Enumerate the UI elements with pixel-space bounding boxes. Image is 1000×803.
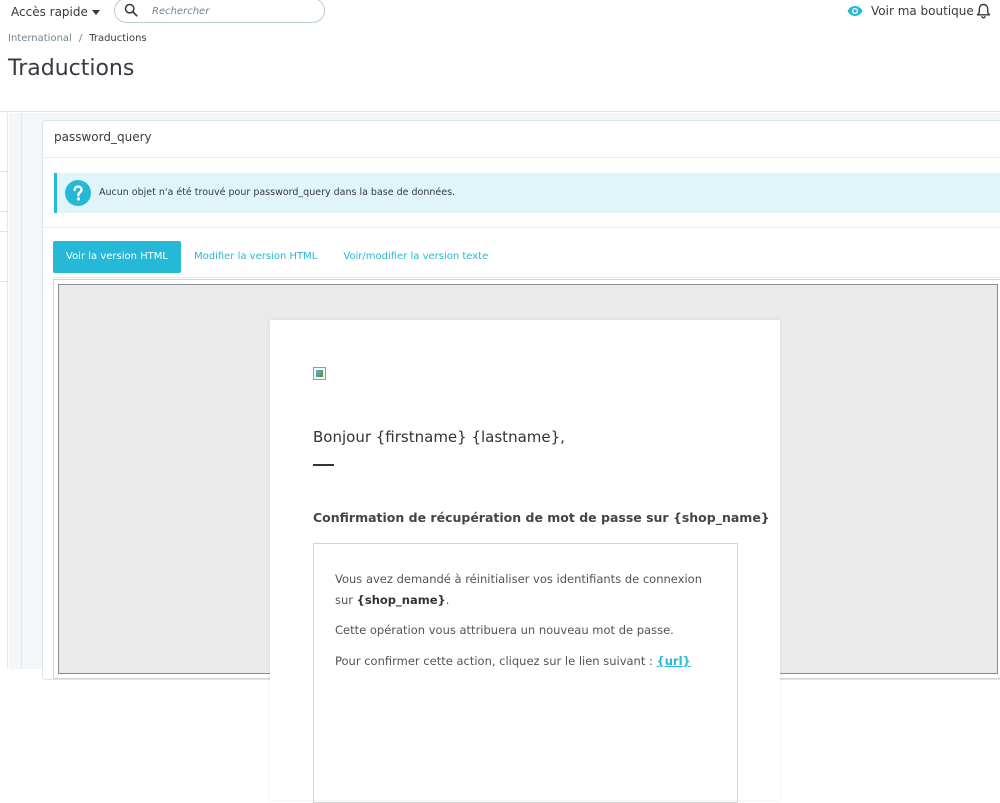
sidebar-divider: [0, 231, 8, 232]
email-paragraph-confirm-text: Pour confirmer cette action, cliquez sur…: [335, 654, 657, 668]
breadcrumb-parent-link[interactable]: International: [8, 33, 72, 45]
alert-message: Aucun objet n'a été trouvé pour password…: [99, 187, 456, 198]
info-alert: Aucun objet n'a été trouvé pour password…: [54, 173, 1000, 213]
caret-down-icon: [91, 10, 100, 15]
email-paragraph-request-end: .: [445, 593, 450, 607]
search-box[interactable]: [114, 0, 325, 23]
quick-access-label: Accès rapide: [11, 5, 88, 19]
email-subtitle: Confirmation de récupération de mot de p…: [313, 510, 770, 525]
breadcrumb-separator: /: [78, 33, 83, 44]
bell-icon[interactable]: [976, 3, 991, 19]
email-card: Bonjour {firstname} {lastname}, Confirma…: [270, 320, 780, 803]
content-divider: [21, 113, 22, 669]
shop-name-placeholder: {shop_name}: [356, 593, 446, 607]
breadcrumb-current: Traductions: [89, 33, 147, 44]
panel-heading-divider: [43, 157, 1000, 158]
header: Accès rapide Voir ma boutique Internatio…: [0, 0, 1000, 112]
search-input[interactable]: [152, 3, 317, 19]
email-paragraph-request: Vous avez demandé à réinitialiser vos id…: [335, 569, 715, 611]
page-title: Traductions: [8, 56, 135, 81]
eye-icon: [847, 6, 863, 16]
alert-divider: [43, 227, 1000, 228]
shop-logo-image: [313, 367, 326, 380]
tab-view-edit-text[interactable]: Voir/modifier la version texte: [330, 241, 501, 273]
email-greeting: Bonjour {firstname} {lastname},: [313, 428, 565, 446]
sidebar-collapsed: [0, 113, 8, 669]
email-preview-frame: Bonjour {firstname} {lastname}, Confirma…: [53, 279, 1000, 803]
sidebar-divider: [0, 171, 8, 172]
breadcrumb: International / Traductions: [8, 33, 147, 45]
email-preview-viewport: Bonjour {firstname} {lastname}, Confirma…: [58, 284, 998, 803]
greeting-underline: [313, 464, 334, 466]
search-icon: [124, 3, 138, 17]
confirm-url-link[interactable]: {url}: [657, 654, 691, 668]
email-content-box: Vous avez demandé à réinitialiser vos id…: [313, 543, 738, 803]
sidebar-divider: [0, 281, 8, 282]
quick-access-dropdown[interactable]: Accès rapide: [11, 4, 100, 20]
sidebar-divider: [0, 211, 8, 212]
view-shop-link[interactable]: Voir ma boutique: [847, 3, 974, 19]
question-circle-icon: [65, 180, 91, 206]
email-paragraph-new-password: Cette opération vous attribuera un nouve…: [335, 623, 674, 637]
tab-view-html[interactable]: Voir la version HTML: [53, 241, 181, 273]
view-shop-label: Voir ma boutique: [871, 4, 974, 18]
tab-edit-html[interactable]: Modifier la version HTML: [181, 241, 330, 273]
version-tabs: Voir la version HTML Modifier la version…: [53, 241, 501, 273]
tabs-divider: [53, 277, 1000, 278]
translation-panel: password_query Aucun objet n'a été trouv…: [42, 120, 1000, 803]
panel-heading: password_query: [54, 130, 152, 144]
